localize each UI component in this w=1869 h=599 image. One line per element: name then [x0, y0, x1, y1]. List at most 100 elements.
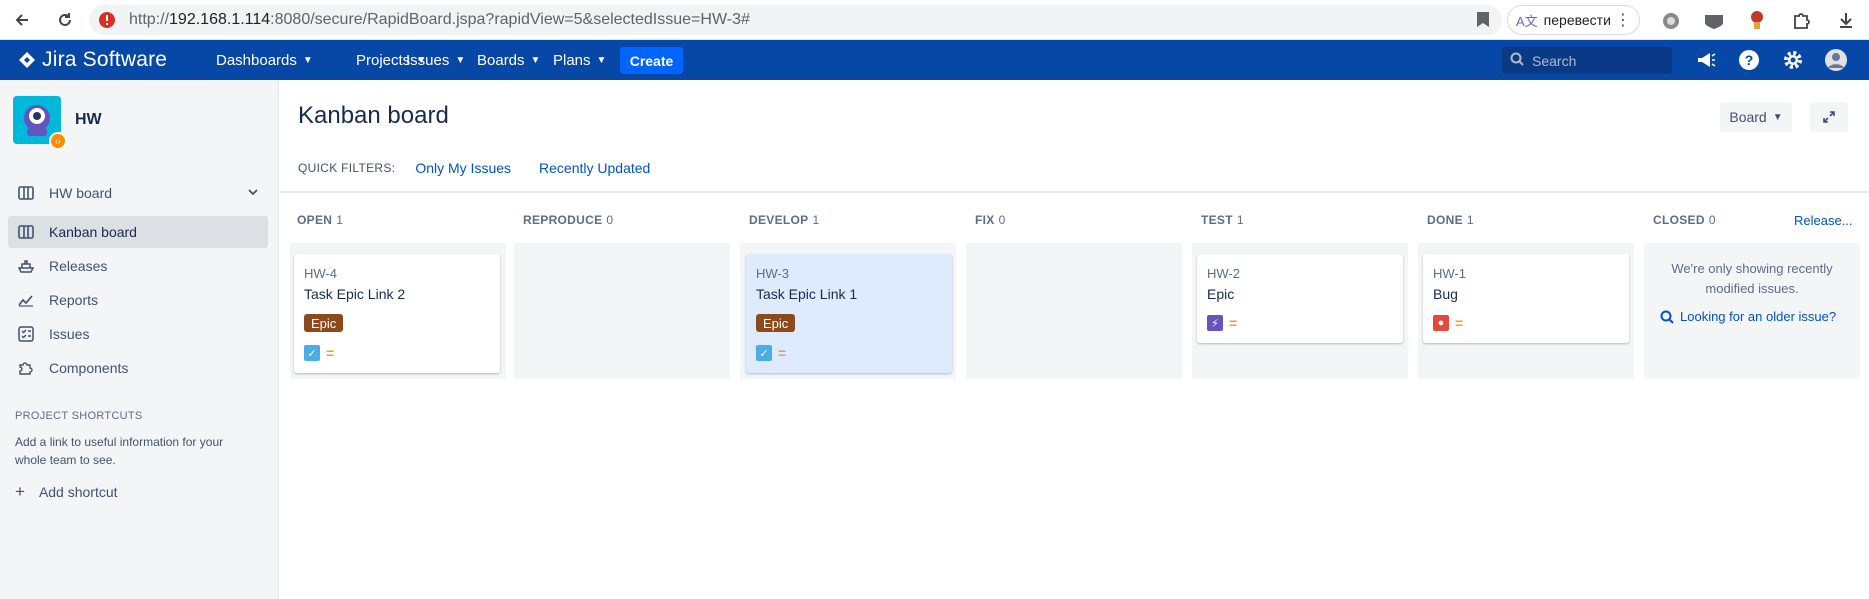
add-shortcut-label: Add shortcut: [38, 484, 118, 500]
nav-plans[interactable]: Plans ▼: [553, 40, 606, 80]
issue-key[interactable]: HW-3: [756, 266, 789, 281]
search-icon: [1660, 310, 1674, 324]
board-selector[interactable]: HW board: [8, 177, 268, 209]
column-name: REPRODUCE: [523, 213, 603, 227]
extension-icon[interactable]: [1702, 8, 1726, 32]
not-secure-icon[interactable]: [97, 10, 117, 30]
task-type-icon: ✓: [756, 345, 772, 361]
project-avatar: ‹›: [13, 96, 67, 150]
sidebar-item-label: Kanban board: [49, 224, 137, 240]
jira-top-nav: Jira Software Dashboards ▼ Projects ▼ Issu…: [0, 40, 1869, 80]
issue-key[interactable]: HW-4: [304, 266, 337, 281]
more-options-icon[interactable]: ⋮: [1615, 10, 1631, 30]
column-name: CLOSED: [1653, 213, 1705, 227]
download-icon[interactable]: [1834, 8, 1858, 32]
add-shortcut-button[interactable]: + Add shortcut: [15, 482, 118, 502]
priority-medium-icon: =: [326, 345, 335, 361]
column-header-open: OPEN 1: [297, 213, 343, 227]
fullscreen-button[interactable]: [1810, 102, 1848, 132]
back-icon[interactable]: [8, 6, 36, 34]
board-icon: [16, 186, 36, 200]
help-icon[interactable]: ?: [1737, 48, 1761, 72]
chevron-down-icon: ▼: [302, 54, 313, 66]
nav-issues[interactable]: Issues ▼: [406, 40, 465, 80]
nav-issues-label: Issues: [406, 51, 450, 69]
ship-icon: [16, 259, 36, 273]
column-count: 1: [812, 213, 820, 227]
jira-logo[interactable]: Jira Software: [18, 48, 167, 72]
column-count: 0: [606, 213, 614, 227]
column-name: TEST: [1201, 213, 1233, 227]
issue-meta: ● =: [1433, 315, 1463, 331]
board-icon: [16, 225, 36, 239]
board-main: Kanban board Board ▼ QUICK FILTERS: Only …: [280, 80, 1869, 599]
translate-button[interactable]: A文 перевести ⋮: [1507, 5, 1640, 35]
issue-card-hw-3[interactable]: HW-3 Task Epic Link 1 Epic ✓ =: [746, 254, 952, 373]
sidebar-item-releases[interactable]: Releases: [8, 250, 268, 282]
sidebar-item-reports[interactable]: Reports: [8, 284, 268, 316]
priority-medium-icon: =: [1229, 315, 1238, 331]
extensions-puzzle-icon[interactable]: [1790, 8, 1814, 32]
browser-toolbar: http://192.168.1.114:8080/secure/RapidBo…: [0, 0, 1869, 40]
column-header-develop: DEVELOP 1: [749, 213, 819, 227]
project-header[interactable]: ‹› HW: [13, 96, 102, 150]
sidebar-item-issues[interactable]: Issues: [8, 318, 268, 350]
nav-dashboards[interactable]: Dashboards ▼: [216, 40, 313, 80]
plus-icon: +: [15, 482, 25, 501]
filter-only-my-issues[interactable]: Only My Issues: [415, 160, 511, 176]
issue-summary: Epic: [1207, 286, 1235, 302]
issue-card-hw-1[interactable]: HW-1 Bug ● =: [1423, 254, 1629, 343]
nav-projects-label: Projects: [356, 51, 411, 69]
bookmark-icon[interactable]: [1476, 11, 1490, 33]
logo-text: Jira Software: [42, 48, 168, 71]
sidebar-item-kanban-board[interactable]: Kanban board: [8, 216, 268, 248]
divider: [280, 191, 1869, 193]
column-reproduce: [514, 243, 730, 379]
board-menu-button[interactable]: Board ▼: [1720, 102, 1792, 132]
epic-label: Epic: [304, 314, 344, 332]
board-menu-label: Board: [1729, 109, 1767, 125]
address-bar[interactable]: http://192.168.1.114:8080/secure/RapidBo…: [89, 5, 1502, 35]
column-header-reproduce: REPRODUCE 0: [523, 213, 613, 227]
filter-recently-updated[interactable]: Recently Updated: [539, 160, 650, 176]
column-name: FIX: [975, 213, 995, 227]
extension-icon[interactable]: [1659, 8, 1683, 32]
issue-card-hw-2[interactable]: HW-2 Epic ⚡ =: [1197, 254, 1403, 343]
page-title: Kanban board: [298, 102, 449, 129]
column-name: DEVELOP: [749, 213, 809, 227]
older-issue-link[interactable]: Looking for an older issue?: [1660, 309, 1836, 324]
issue-card-hw-4[interactable]: HW-4 Task Epic Link 2 Epic ✓ =: [294, 254, 500, 373]
column-count: 1: [1466, 213, 1474, 227]
chevron-down-icon: ▼: [455, 54, 466, 66]
notifications-icon[interactable]: [1694, 48, 1718, 72]
chevron-down-icon: [248, 185, 258, 199]
reload-icon[interactable]: [51, 6, 79, 34]
bug-type-icon: ●: [1433, 315, 1449, 331]
settings-gear-icon[interactable]: [1781, 48, 1805, 72]
search-input[interactable]: Search: [1502, 47, 1672, 74]
issue-key[interactable]: HW-2: [1207, 266, 1240, 281]
chevron-down-icon: ▼: [1772, 111, 1783, 123]
svg-text:?: ?: [1745, 52, 1754, 68]
column-count: 1: [336, 213, 344, 227]
column-fix: [966, 243, 1182, 379]
issue-key[interactable]: HW-1: [1433, 266, 1466, 281]
column-count: 0: [998, 213, 1006, 227]
code-badge-icon: ‹›: [49, 132, 67, 150]
quick-filters: QUICK FILTERS: Only My Issues Recently U…: [298, 160, 678, 176]
column-header-closed: CLOSED 0: [1653, 213, 1716, 227]
nav-boards[interactable]: Boards ▼: [477, 40, 540, 80]
issue-meta: ✓ =: [304, 345, 334, 361]
nav-dashboards-label: Dashboards: [216, 51, 297, 69]
user-avatar-icon[interactable]: [1824, 48, 1848, 72]
column-header-fix: FIX 0: [975, 213, 1006, 227]
release-link[interactable]: Release...: [1794, 213, 1853, 228]
create-button[interactable]: Create: [620, 47, 683, 74]
issues-icon: [16, 326, 36, 342]
sidebar-item-components[interactable]: Components: [8, 352, 268, 384]
column-count: 1: [1236, 213, 1244, 227]
extension-icon[interactable]: [1745, 8, 1769, 32]
nav-boards-label: Boards: [477, 51, 525, 69]
expand-icon: [1823, 111, 1835, 123]
project-name: HW: [75, 111, 102, 128]
